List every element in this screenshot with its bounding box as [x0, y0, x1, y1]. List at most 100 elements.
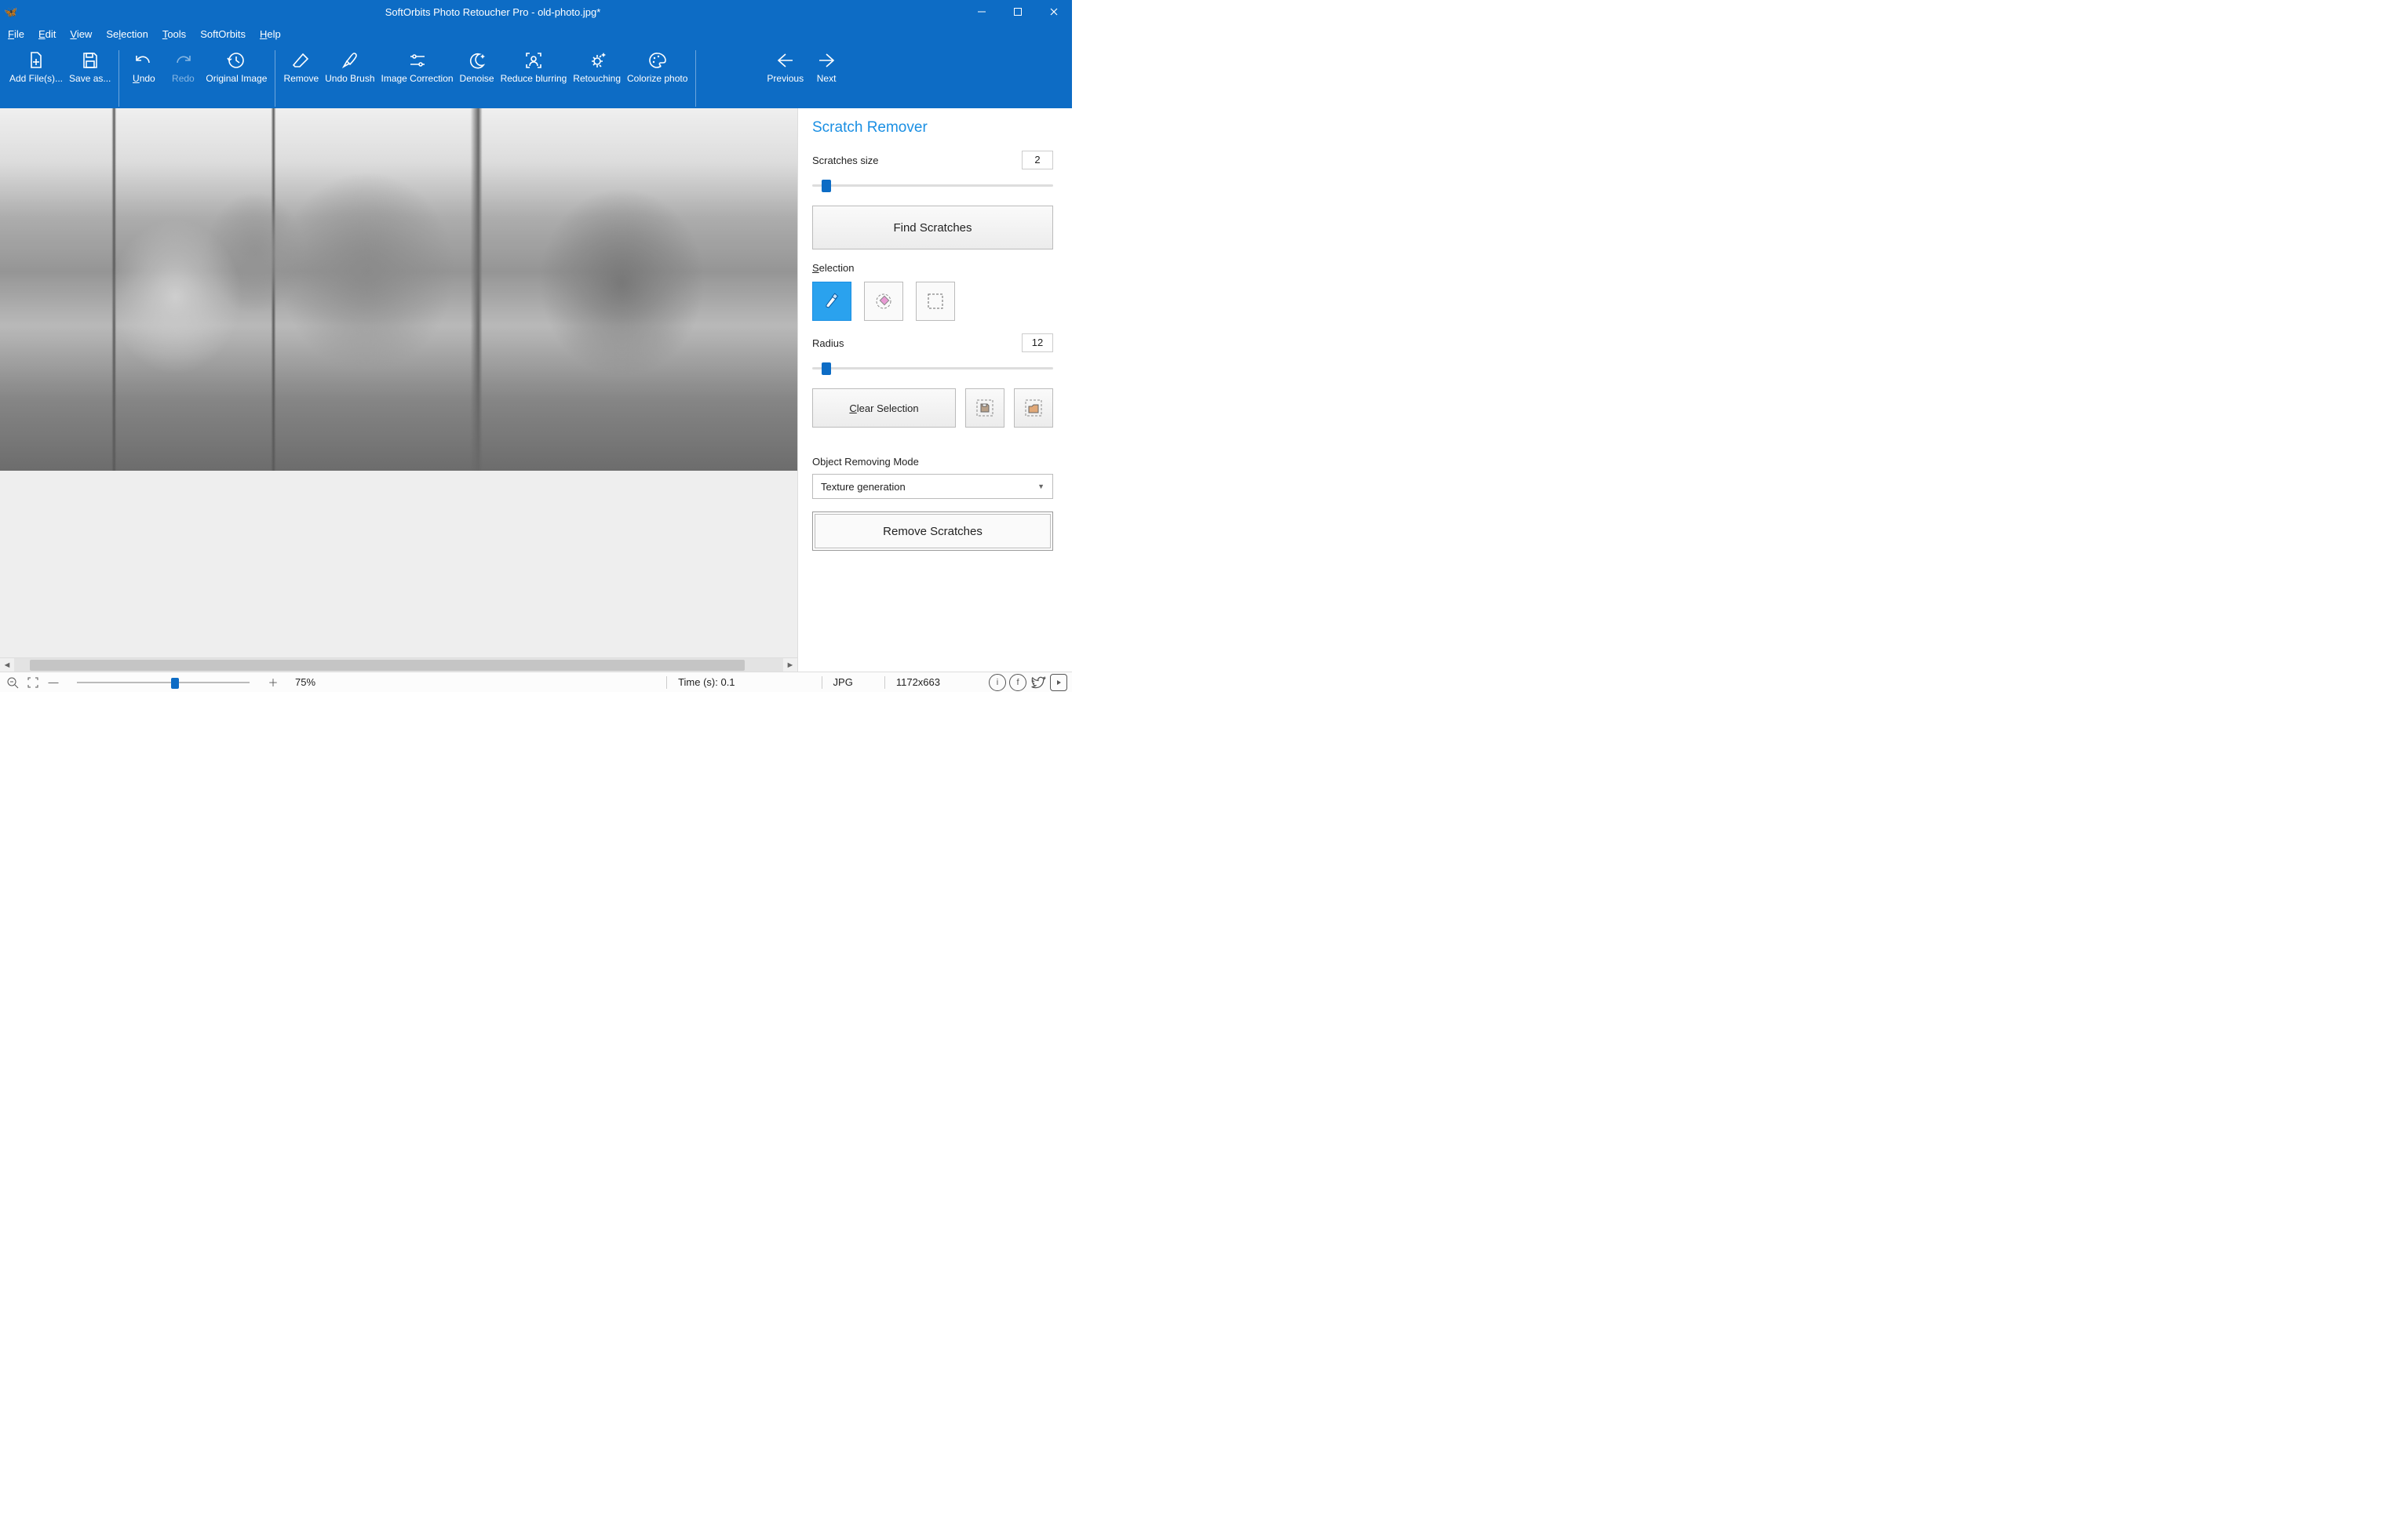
menubar: File Edit View Selection Tools SoftOrbit… [0, 24, 1072, 44]
selection-label: Selection [812, 262, 1053, 274]
arrow-left-icon [775, 47, 797, 74]
scroll-thumb[interactable] [30, 660, 745, 671]
menu-selection[interactable]: Selection [106, 28, 148, 40]
scroll-left-arrow[interactable]: ◄ [0, 658, 14, 672]
photo-preview [0, 108, 797, 471]
gear-sparkle-icon [587, 47, 607, 74]
original-image-button[interactable]: Original Image [202, 47, 270, 84]
load-selection-icon [1023, 398, 1044, 418]
scratches-size-label: Scratches size [812, 155, 879, 166]
statusbar: — ＋ 75% Time (s): 0.1 JPG 1172x663 i f [0, 672, 1072, 692]
info-icon[interactable]: i [989, 674, 1006, 691]
moon-sparkle-icon [467, 47, 487, 74]
close-button[interactable] [1036, 0, 1072, 24]
clear-selection-button[interactable]: Clear Selection [812, 388, 956, 428]
add-file-icon [26, 47, 46, 74]
chevron-down-icon: ▼ [1037, 482, 1045, 490]
save-as-button[interactable]: Save as... [66, 47, 114, 84]
previous-button[interactable]: Previous [764, 47, 807, 84]
lasso-eraser-icon [873, 291, 894, 311]
zoom-out-button[interactable]: — [46, 675, 61, 690]
image-correction-button[interactable]: Image Correction [378, 47, 457, 84]
load-selection-button[interactable] [1014, 388, 1053, 428]
fit-to-screen-button[interactable] [25, 675, 41, 690]
reduce-blurring-button[interactable]: Reduce blurring [498, 47, 571, 84]
selection-marker-tool[interactable] [812, 282, 851, 321]
focus-person-icon [523, 47, 544, 74]
menu-edit[interactable]: Edit [38, 28, 56, 40]
remove-label: Remove [283, 74, 319, 84]
history-icon [226, 47, 246, 74]
selection-rectangle-tool[interactable] [916, 282, 955, 321]
twitter-icon[interactable] [1030, 674, 1047, 691]
save-selection-button[interactable] [965, 388, 1004, 428]
object-removing-mode-label: Object Removing Mode [812, 456, 1053, 468]
titlebar: 🦋 SoftOrbits Photo Retoucher Pro - old-p… [0, 0, 1072, 24]
marquee-icon [927, 293, 944, 310]
canvas-area: ◄ ► [0, 108, 797, 672]
app-icon: 🦋 [0, 5, 22, 19]
time-status: Time (s): 0.1 [678, 676, 735, 688]
canvas[interactable] [0, 108, 797, 657]
format-status: JPG [833, 676, 853, 688]
colorize-photo-button[interactable]: Colorize photo [624, 47, 691, 84]
scroll-right-arrow[interactable]: ► [783, 658, 797, 672]
object-removing-mode-select[interactable]: Texture generation ▼ [812, 474, 1053, 499]
save-selection-icon [975, 398, 995, 418]
youtube-icon[interactable] [1050, 674, 1067, 691]
retouching-button[interactable]: Retouching [570, 47, 624, 84]
colorize-photo-label: Colorize photo [627, 74, 687, 84]
scroll-track[interactable] [14, 658, 783, 672]
remove-button[interactable]: Remove [280, 47, 322, 84]
original-image-label: Original Image [206, 74, 267, 84]
menu-softorbits[interactable]: SoftOrbits [200, 28, 246, 40]
toolbar: Add File(s)... Save as... Undo Redo Orig… [0, 44, 1072, 108]
maximize-button[interactable] [1000, 0, 1036, 24]
scratches-size-input[interactable]: 2 [1022, 151, 1053, 169]
redo-button[interactable]: Redo [163, 47, 202, 84]
eraser-icon [291, 47, 312, 74]
marker-icon [822, 291, 842, 311]
reduce-blurring-label: Reduce blurring [501, 74, 567, 84]
zoom-reset-button[interactable] [5, 675, 20, 690]
previous-label: Previous [767, 74, 804, 84]
panel-title: Scratch Remover [812, 119, 1053, 137]
undo-button[interactable]: Undo [124, 47, 163, 84]
minimize-button[interactable] [964, 0, 1000, 24]
menu-help[interactable]: Help [260, 28, 281, 40]
zoom-slider[interactable] [69, 675, 257, 690]
undo-label: Undo [133, 74, 155, 84]
redo-icon [173, 47, 193, 74]
save-icon [80, 47, 100, 74]
side-panel: Scratch Remover Scratches size 2 Find Sc… [797, 108, 1072, 672]
facebook-icon[interactable]: f [1009, 674, 1026, 691]
retouching-label: Retouching [573, 74, 621, 84]
find-scratches-button[interactable]: Find Scratches [812, 206, 1053, 249]
radius-slider[interactable] [812, 360, 1053, 376]
undo-brush-button[interactable]: Undo Brush [322, 47, 377, 84]
menu-tools[interactable]: Tools [162, 28, 186, 40]
workspace: ◄ ► Scratch Remover Scratches size 2 Fin… [0, 108, 1072, 672]
scratches-size-slider[interactable] [812, 177, 1053, 193]
remove-scratches-button[interactable]: Remove Scratches [812, 512, 1053, 551]
dimensions-status: 1172x663 [896, 676, 940, 688]
window-title: SoftOrbits Photo Retoucher Pro - old-pho… [22, 6, 964, 18]
radius-input[interactable]: 12 [1022, 333, 1053, 352]
next-label: Next [817, 74, 837, 84]
add-files-label: Add File(s)... [9, 74, 63, 84]
palette-icon [647, 47, 668, 74]
next-button[interactable]: Next [807, 47, 846, 84]
save-as-label: Save as... [69, 74, 111, 84]
undo-icon [133, 47, 154, 74]
image-correction-label: Image Correction [381, 74, 454, 84]
radius-label: Radius [812, 337, 844, 349]
menu-file[interactable]: File [8, 28, 24, 40]
denoise-button[interactable]: Denoise [457, 47, 498, 84]
denoise-label: Denoise [460, 74, 494, 84]
add-files-button[interactable]: Add File(s)... [6, 47, 66, 84]
zoom-in-button[interactable]: ＋ [265, 675, 281, 690]
horizontal-scrollbar[interactable]: ◄ ► [0, 657, 797, 672]
menu-view[interactable]: View [70, 28, 92, 40]
selection-lasso-tool[interactable] [864, 282, 903, 321]
undo-brush-label: Undo Brush [325, 74, 374, 84]
